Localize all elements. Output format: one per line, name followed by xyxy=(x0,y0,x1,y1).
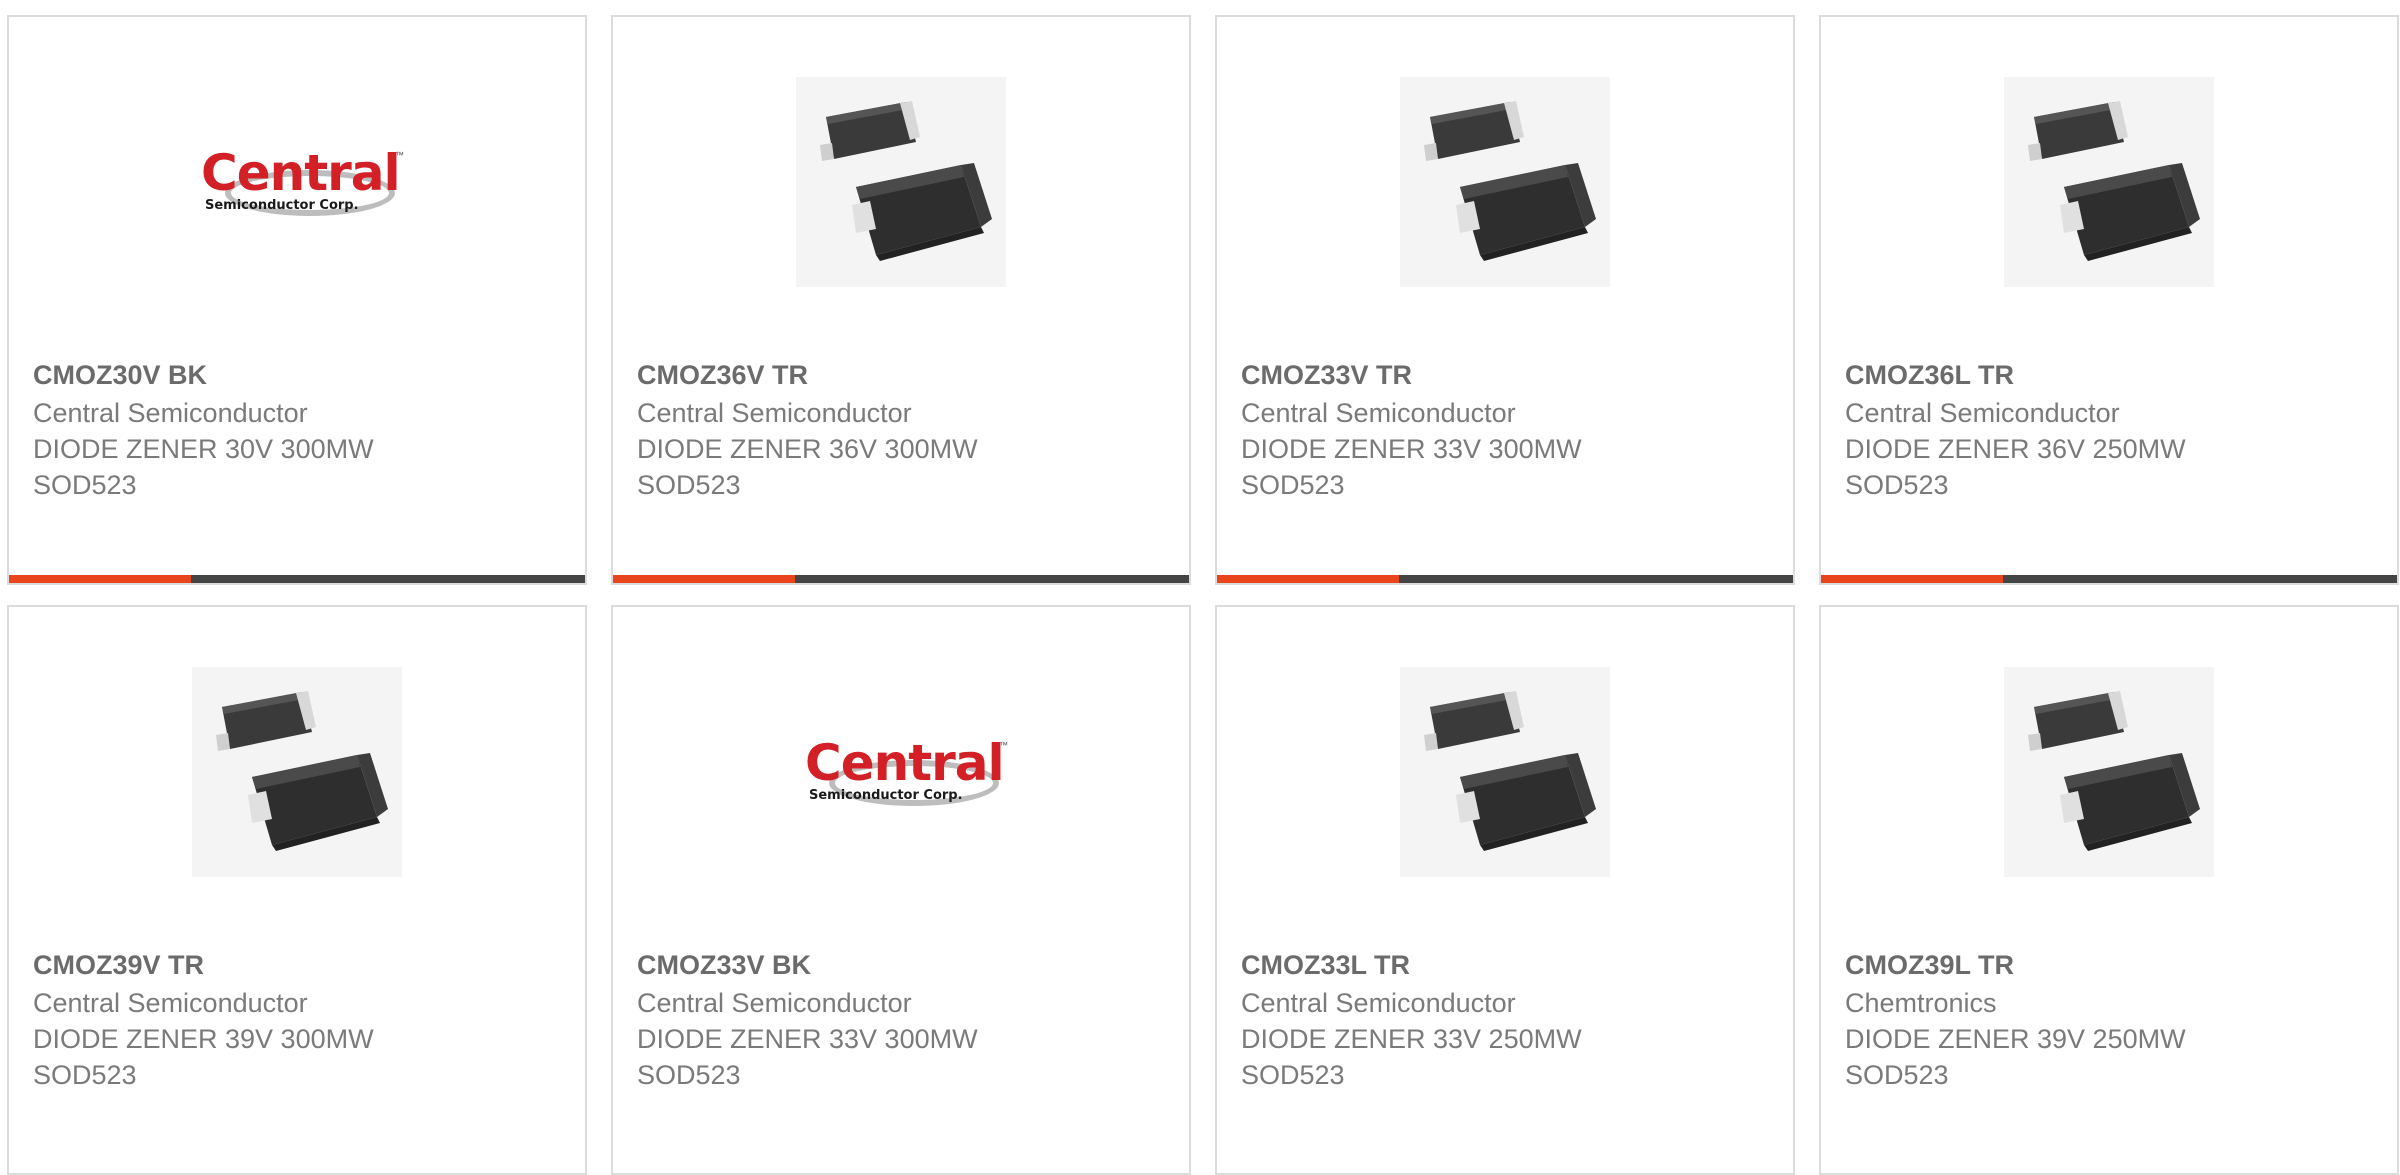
part-number[interactable]: CMOZ33V TR xyxy=(1241,357,1761,393)
sod523-package-image xyxy=(796,77,1006,287)
logo-word: Central xyxy=(805,734,1005,792)
manufacturer: Central Semiconductor xyxy=(1845,398,2120,428)
logo-word: Central xyxy=(201,144,401,202)
description: DIODE ZENER 39V 300MW xyxy=(33,1024,374,1054)
card-bar-accent xyxy=(613,575,795,583)
product-card[interactable]: Central Semiconductor Corp. ™ CMOZ33V BK… xyxy=(611,605,1191,1175)
package: SOD523 xyxy=(1241,470,1345,500)
manufacturer: Central Semiconductor xyxy=(637,988,912,1018)
card-bar-accent xyxy=(1217,575,1399,583)
product-image xyxy=(1217,77,1793,287)
logo-sub: Semiconductor Corp. xyxy=(809,788,963,803)
product-card[interactable]: CMOZ36V TR Central Semiconductor DIODE Z… xyxy=(611,15,1191,585)
product-card[interactable]: CMOZ39V TR Central Semiconductor DIODE Z… xyxy=(7,605,587,1175)
product-card[interactable]: Central Semiconductor Corp. ™ CMOZ30V BK… xyxy=(7,15,587,585)
package: SOD523 xyxy=(1845,470,1949,500)
manufacturer: Central Semiconductor xyxy=(33,988,308,1018)
package: SOD523 xyxy=(1241,1060,1345,1090)
sod523-package-image xyxy=(1400,667,1610,877)
sod523-package-image xyxy=(1400,77,1610,287)
part-number[interactable]: CMOZ36L TR xyxy=(1845,357,2365,393)
logo-tm: ™ xyxy=(395,150,404,160)
package: SOD523 xyxy=(1845,1060,1949,1090)
sod523-package-image xyxy=(2004,667,2214,877)
description: DIODE ZENER 36V 300MW xyxy=(637,434,978,464)
central-logo: Central Semiconductor Corp. ™ xyxy=(803,732,1008,812)
manufacturer: Chemtronics xyxy=(1845,988,1997,1018)
package: SOD523 xyxy=(33,470,137,500)
part-number[interactable]: CMOZ39V TR xyxy=(33,947,553,983)
description: DIODE ZENER 33V 300MW xyxy=(637,1024,978,1054)
product-image: Central Semiconductor Corp. ™ xyxy=(9,77,585,287)
product-image xyxy=(1217,667,1793,877)
package: SOD523 xyxy=(637,470,741,500)
description: DIODE ZENER 39V 250MW xyxy=(1845,1024,2186,1054)
part-number[interactable]: CMOZ30V BK xyxy=(33,357,553,393)
card-bar xyxy=(9,575,585,583)
product-image: Central Semiconductor Corp. ™ xyxy=(613,667,1189,877)
part-number[interactable]: CMOZ33V BK xyxy=(637,947,1157,983)
product-image xyxy=(613,77,1189,287)
product-image xyxy=(1821,77,2397,287)
card-bar xyxy=(613,575,1189,583)
part-number[interactable]: CMOZ36V TR xyxy=(637,357,1157,393)
package: SOD523 xyxy=(33,1060,137,1090)
description: DIODE ZENER 33V 300MW xyxy=(1241,434,1582,464)
description: DIODE ZENER 30V 300MW xyxy=(33,434,374,464)
product-card[interactable]: CMOZ39L TR Chemtronics DIODE ZENER 39V 2… xyxy=(1819,605,2399,1175)
card-bar-accent xyxy=(9,575,191,583)
logo-tm: ™ xyxy=(999,740,1008,750)
product-image xyxy=(9,667,585,877)
part-number[interactable]: CMOZ33L TR xyxy=(1241,947,1761,983)
sod523-package-image xyxy=(2004,77,2214,287)
description: DIODE ZENER 36V 250MW xyxy=(1845,434,2186,464)
manufacturer: Central Semiconductor xyxy=(637,398,912,428)
product-card[interactable]: CMOZ33V TR Central Semiconductor DIODE Z… xyxy=(1215,15,1795,585)
product-card[interactable]: CMOZ36L TR Central Semiconductor DIODE Z… xyxy=(1819,15,2399,585)
sod523-package-image xyxy=(192,667,402,877)
description: DIODE ZENER 33V 250MW xyxy=(1241,1024,1582,1054)
card-bar xyxy=(1217,575,1793,583)
manufacturer: Central Semiconductor xyxy=(1241,398,1516,428)
part-number[interactable]: CMOZ39L TR xyxy=(1845,947,2365,983)
central-logo: Central Semiconductor Corp. ™ xyxy=(199,142,404,222)
logo-sub: Semiconductor Corp. xyxy=(205,198,359,213)
manufacturer: Central Semiconductor xyxy=(1241,988,1516,1018)
product-grid: Central Semiconductor Corp. ™ CMOZ30V BK… xyxy=(7,15,2399,1175)
product-image xyxy=(1821,667,2397,877)
package: SOD523 xyxy=(637,1060,741,1090)
card-bar xyxy=(1821,575,2397,583)
product-card[interactable]: CMOZ33L TR Central Semiconductor DIODE Z… xyxy=(1215,605,1795,1175)
manufacturer: Central Semiconductor xyxy=(33,398,308,428)
card-bar-accent xyxy=(1821,575,2003,583)
